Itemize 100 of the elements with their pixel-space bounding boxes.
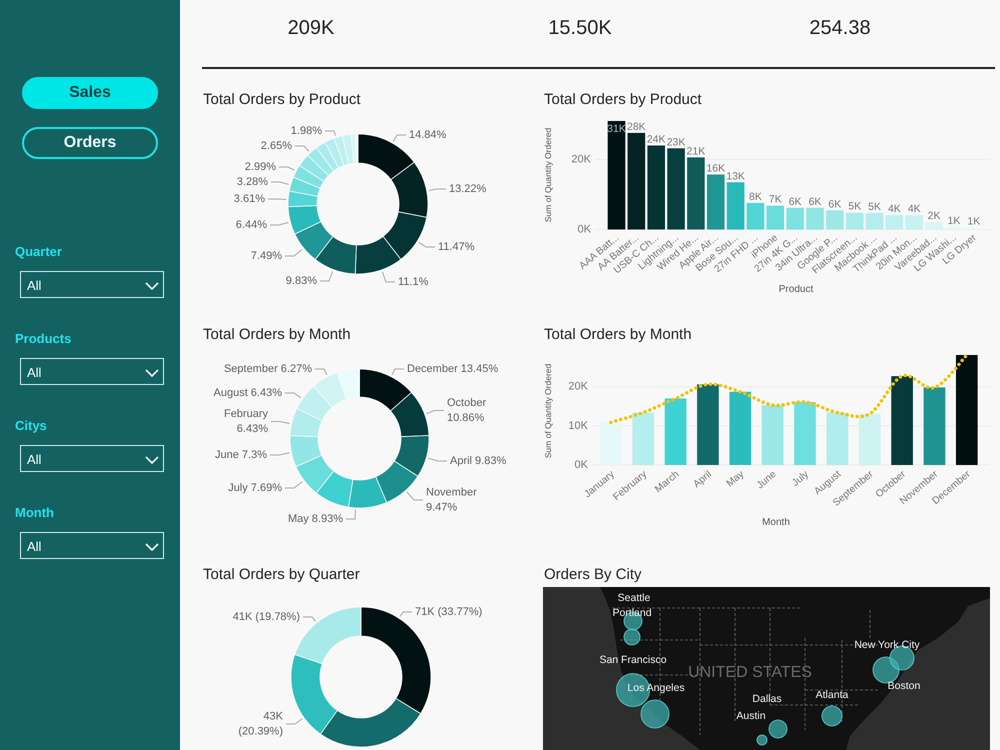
filter-dropdown[interactable]: All (20, 445, 164, 472)
city-label: Portland (612, 607, 652, 619)
data-label: 71K (33.77%) (415, 606, 482, 618)
data-label: May 8.93% (288, 513, 343, 525)
data-label: 2K (928, 210, 941, 222)
city-label: Austin (736, 710, 766, 722)
axis-tick-label: 0K (578, 224, 591, 236)
data-label: November 9.47% (426, 486, 477, 514)
filter-dropdown[interactable]: All (20, 271, 164, 298)
bar (632, 412, 654, 465)
axis-title: Product (778, 284, 814, 295)
data-label: 13.22% (449, 183, 486, 195)
donut-slice (354, 236, 402, 274)
leader-line (268, 198, 287, 200)
chart-title: Total Orders by Product (543, 90, 702, 110)
bar (664, 398, 686, 465)
filter-label: Month (15, 504, 54, 522)
data-label: 2.65% (260, 140, 292, 152)
city-bubble (624, 628, 640, 646)
filter-label: Quarter (15, 243, 62, 261)
leader-line (286, 718, 303, 724)
kpi-value: 209K (288, 16, 334, 40)
donut-slice (394, 435, 430, 477)
data-label: December 13.45% (407, 363, 498, 375)
data-label: 24K (646, 134, 666, 146)
data-label: 13K (726, 170, 745, 182)
chevron-down-icon (145, 282, 159, 290)
city-label: Atlanta (816, 689, 848, 701)
chart-title: Total Orders by Month (543, 325, 692, 345)
bar (826, 412, 848, 465)
bar (746, 202, 764, 230)
chart-title: Orders By City (543, 565, 642, 585)
nav-button[interactable]: Orders (22, 127, 158, 159)
filter-dropdown[interactable]: All (20, 358, 164, 385)
chart-title: Total Orders by Product (202, 90, 361, 110)
data-label: 6K (788, 196, 802, 208)
bar (726, 182, 744, 230)
leader-line (302, 616, 316, 622)
kpi-value: 254.38 (809, 16, 871, 40)
data-label: 7.49% (250, 250, 282, 262)
donut-slice (390, 392, 430, 438)
leader-line (270, 452, 290, 456)
filter-label: Products (15, 330, 72, 348)
country-label: UNITED STATES (688, 664, 812, 681)
city-label: Seattle (618, 592, 650, 604)
donut-slice (290, 435, 322, 468)
data-label: 4K (888, 203, 901, 216)
data-label: 8K (749, 190, 762, 203)
data-label: June 7.3% (215, 449, 267, 461)
leader-line (426, 410, 444, 414)
donut-slice (296, 386, 332, 422)
axis-title: Sum of Quantity Ordered (543, 364, 553, 458)
axis-title: Sum of Quantity Ordered (543, 128, 553, 222)
data-label: February 6.43% (224, 408, 268, 435)
bar (846, 212, 864, 230)
leader-line (392, 368, 404, 376)
kpi-value: 15.50K (548, 16, 612, 40)
leader-line (418, 242, 436, 248)
data-label: 7K (768, 194, 782, 206)
data-label: 9.83% (286, 275, 317, 287)
filter-dropdown[interactable]: All (20, 532, 164, 559)
data-label: 23K (666, 136, 686, 148)
donut-slice (382, 211, 428, 260)
leader-line (270, 421, 290, 424)
leader-line (284, 392, 302, 398)
chevron-down-icon (145, 456, 159, 464)
data-label: April 9.83% (450, 455, 506, 467)
data-label: 3.61% (234, 193, 265, 205)
leader-line (400, 612, 412, 618)
city-bubble (640, 700, 670, 728)
leader-line (428, 458, 448, 462)
donut-slice (288, 176, 321, 197)
data-label: 6K (808, 196, 822, 208)
leader-line (320, 270, 334, 282)
axis-tick-label: 10K (568, 420, 588, 432)
data-label: August 6.43% (214, 387, 282, 399)
data-label: 41K (19.78%) (232, 611, 300, 623)
leader-line (392, 134, 406, 142)
bar (600, 422, 622, 465)
city-label: San Francisco (599, 654, 667, 666)
chevron-down-icon (145, 368, 159, 376)
axis-label: June (754, 468, 779, 492)
filter-label: Citys (15, 417, 47, 435)
data-label: 43K (20.39%) (238, 710, 283, 738)
data-label: 5K (868, 201, 881, 214)
nav-button[interactable]: Sales (22, 77, 158, 109)
axis-label: May (724, 468, 746, 490)
data-label: October 10.86% (447, 397, 486, 424)
leader-line (284, 481, 303, 488)
donut-slice (290, 408, 322, 438)
city-bubble (822, 706, 842, 726)
data-label: 3.28% (236, 176, 268, 188)
data-label: 5K (848, 200, 862, 213)
city-label: Boston (888, 680, 920, 692)
bar (925, 222, 943, 230)
donut-slice (296, 454, 334, 494)
bar (794, 402, 816, 465)
donut-slice (348, 476, 388, 508)
bar (826, 210, 844, 230)
data-label: July 7.69% (228, 482, 282, 494)
